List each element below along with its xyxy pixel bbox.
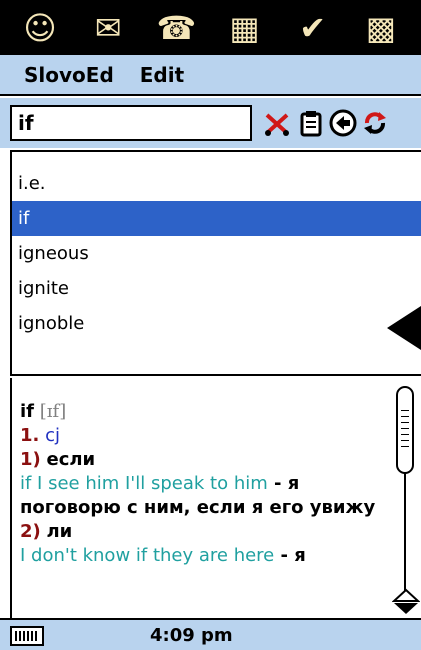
part-of-speech: cj <box>45 425 61 446</box>
example-dash: - <box>274 545 295 566</box>
translation: если <box>46 449 96 470</box>
list-item[interactable]: i.e. <box>12 166 421 201</box>
article-scrollbar[interactable] <box>390 378 421 618</box>
phone-app-icon[interactable]: ☎ <box>153 7 199 49</box>
status-bar: 4:09 pm <box>0 618 421 650</box>
pane-pointer-icon <box>387 306 421 350</box>
back-button[interactable] <box>328 107 358 139</box>
scrollbar-thumb[interactable] <box>396 386 414 474</box>
scroll-arrows-icon[interactable] <box>392 588 420 616</box>
list-item[interactable]: ignoble <box>12 306 421 341</box>
sense-number: 1. <box>20 425 40 446</box>
example-english: I don't know if they are here <box>20 545 275 566</box>
back-icon <box>329 109 357 137</box>
list-item[interactable]: ignite <box>12 271 421 306</box>
refresh-button[interactable] <box>360 107 390 139</box>
menu-bar: SlovoEd Edit <box>0 55 421 96</box>
keyboard-icon[interactable] <box>10 626 44 646</box>
tasks-app-icon[interactable]: ✔ <box>290 7 336 49</box>
search-row <box>0 98 421 148</box>
word-list[interactable]: i.e. if igneous ignite ignoble <box>10 150 421 376</box>
list-item[interactable]: igneous <box>12 236 421 271</box>
example-dash: - <box>267 473 288 494</box>
translation-article: if [ɪf] 1. cj 1) если if I see him I'll … <box>10 378 388 618</box>
clock: 4:09 pm <box>150 625 233 646</box>
calculator-app-icon[interactable]: ▦ <box>222 7 268 49</box>
cut-button[interactable] <box>262 107 292 139</box>
cut-icon <box>265 113 289 136</box>
calendar-app-icon[interactable]: ▩ <box>358 7 404 49</box>
subsense-number: 2) <box>20 521 41 542</box>
headword: if <box>20 401 35 422</box>
paste-icon <box>300 111 322 137</box>
menu-edit[interactable]: Edit <box>140 63 184 87</box>
refresh-icon <box>364 112 386 134</box>
transcription: [ɪf] <box>39 401 67 422</box>
example-english: if I see him I'll speak to him <box>20 473 268 494</box>
paste-button[interactable] <box>296 107 326 139</box>
search-input[interactable] <box>10 105 252 141</box>
mail-app-icon[interactable]: ✉ <box>85 7 131 49</box>
example-russian: я <box>294 545 306 566</box>
subsense-number: 1) <box>20 449 41 470</box>
menu-slovoed[interactable]: SlovoEd <box>24 63 114 87</box>
translation: ли <box>46 521 73 542</box>
list-item-selected[interactable]: if <box>12 201 421 236</box>
contacts-app-icon[interactable]: ☺ <box>17 7 63 49</box>
app-launcher-bar: ☺ ✉ ☎ ▦ ✔ ▩ <box>0 0 421 55</box>
